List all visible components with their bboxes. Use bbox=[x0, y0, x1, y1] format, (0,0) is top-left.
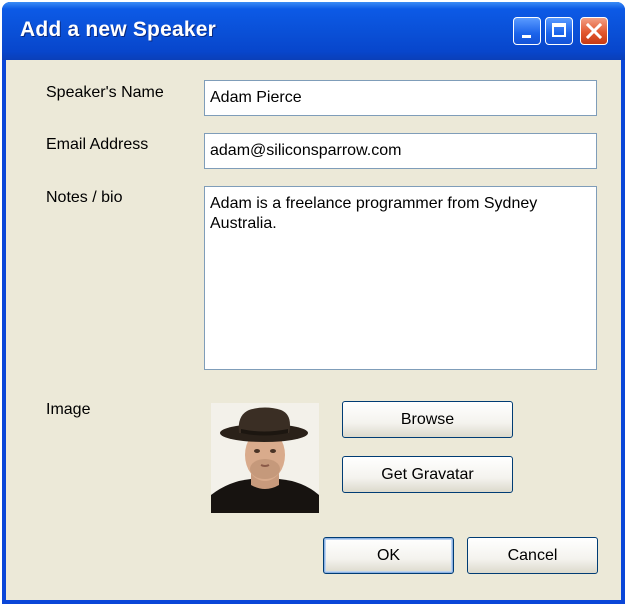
dialog-body: Speaker's Name Adam Pierce Email Address… bbox=[6, 60, 621, 600]
maximize-button[interactable] bbox=[545, 17, 573, 45]
close-button[interactable] bbox=[580, 17, 608, 45]
speaker-name-label: Speaker's Name bbox=[46, 84, 164, 101]
dialog-window: Add a new Speaker Speaker's Name Adam Pi… bbox=[2, 2, 625, 604]
speaker-name-field[interactable]: Adam Pierce bbox=[204, 80, 597, 116]
email-field[interactable]: adam@siliconsparrow.com bbox=[204, 133, 597, 169]
notes-label: Notes / bio bbox=[46, 189, 123, 206]
browse-button[interactable]: Browse bbox=[342, 401, 513, 438]
image-label: Image bbox=[46, 401, 91, 418]
get-gravatar-button[interactable]: Get Gravatar bbox=[342, 456, 513, 493]
email-label: Email Address bbox=[46, 136, 149, 153]
minimize-icon bbox=[522, 35, 531, 38]
speaker-photo bbox=[211, 403, 319, 513]
close-icon bbox=[585, 22, 603, 40]
minimize-button[interactable] bbox=[513, 17, 541, 45]
cancel-button[interactable]: Cancel bbox=[467, 537, 598, 574]
window-title: Add a new Speaker bbox=[20, 18, 216, 41]
ok-button[interactable]: OK bbox=[323, 537, 454, 574]
maximize-icon bbox=[552, 23, 566, 37]
notes-textarea[interactable]: Adam is a freelance programmer from Sydn… bbox=[204, 186, 597, 370]
title-bar[interactable]: Add a new Speaker bbox=[2, 2, 625, 60]
